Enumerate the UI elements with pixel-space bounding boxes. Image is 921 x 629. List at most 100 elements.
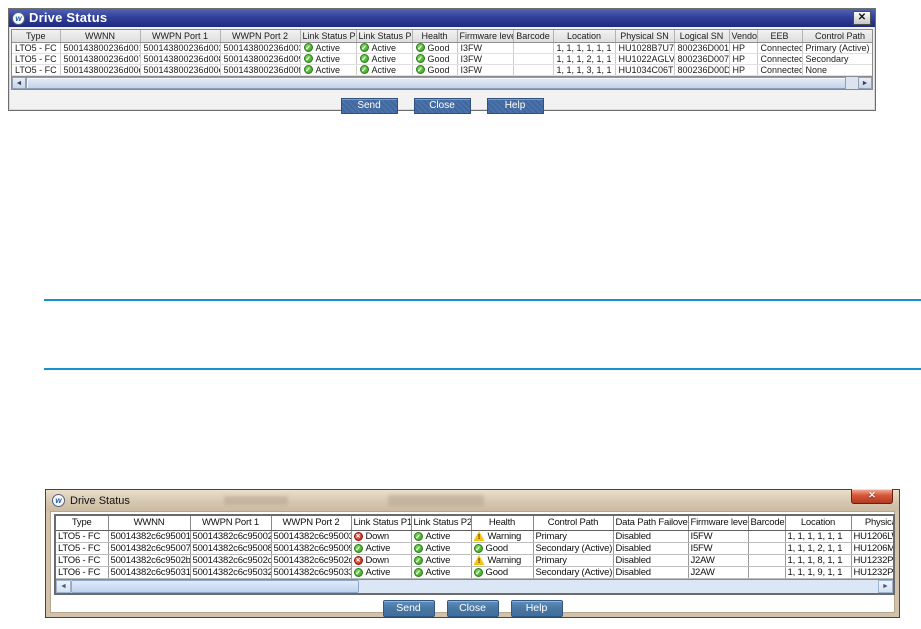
table-row[interactable]: LTO5 - FC500143800236d001500143800236d00… [12,42,872,53]
table-row[interactable]: LTO5 - FC50014382c6c9500750014382c6c9500… [56,542,893,554]
column-header-link_p1[interactable]: Link Status P1 [351,516,411,530]
column-header-firmware[interactable]: Firmware level [688,516,748,530]
cell-wwpn1: 500143800236d008 [140,53,220,64]
column-header-control_path[interactable]: Control Path [533,516,613,530]
column-header-barcode[interactable]: Barcode [748,516,785,530]
column-header-physical_sn[interactable]: Physical S [851,516,893,530]
cell-wwpn2: 50014382c6c9502d [271,554,351,566]
table-row[interactable]: LTO6 - FC50014382c6c9503150014382c6c9503… [56,566,893,578]
drive-status-dialog-top: w Drive Status ✕ TypeWWNNWWPN Port 1WWPN… [8,8,876,111]
cell-wwpn1: 50014382c6c95002 [190,530,271,542]
cell-location: 1, 1, 1, 3, 1, 1 [553,64,615,75]
scroll-left-icon[interactable]: ◄ [56,580,71,593]
cell-physical_sn: HU1206LW9 [851,530,893,542]
cell-control_path: Secondary (Active) [533,542,613,554]
status-text: Warning [488,531,522,542]
cell-health: ✓Good [412,53,457,64]
cell-eeb: Connected [757,53,802,64]
cell-firmware: I5FW [688,530,748,542]
cell-link_p2: ✓Active [356,53,412,64]
cell-link_p1: ✕Down [351,530,411,542]
column-header-location[interactable]: Location [553,30,615,42]
dialog-titlebar[interactable]: w Drive Status ✕ [9,9,875,27]
cell-logical_sn: 800236D001 [674,42,729,53]
scroll-left-icon[interactable]: ◄ [12,77,26,89]
cell-wwnn: 500143800236d001 [60,42,140,53]
cell-link_p1: ✓Active [351,542,411,554]
column-header-wwpn2[interactable]: WWPN Port 2 [271,516,351,530]
column-header-link_p2[interactable]: Link Status P2 [356,30,412,42]
green-check-icon: ✓ [304,54,313,63]
status-text: Active [366,543,391,554]
cell-wwnn: 500143800236d007 [60,53,140,64]
cell-physical_sn: HU1022AGLV [615,53,674,64]
dialog-titlebar[interactable]: w Drive Status ✕ [46,490,899,511]
help-button[interactable]: Help [487,98,544,114]
cell-link_p1: ✓Active [300,42,356,53]
column-header-location[interactable]: Location [785,516,851,530]
status-text: Good [486,543,508,554]
green-check-icon: ✓ [360,65,369,74]
cell-link_p2: ✓Active [411,542,471,554]
column-header-wwpn2[interactable]: WWPN Port 2 [220,30,300,42]
cell-wwpn2: 50014382c6c95009 [271,542,351,554]
column-header-firmware[interactable]: Firmware level [457,30,513,42]
status-text: Active [372,43,397,53]
status-text: Warning [488,555,522,566]
table-row[interactable]: LTO5 - FC50014382c6c9500150014382c6c9500… [56,530,893,542]
cell-location: 1, 1, 1, 2, 1, 1 [553,53,615,64]
horizontal-scrollbar[interactable]: ◄ ► [56,579,893,593]
cell-type: LTO5 - FC [12,42,60,53]
green-check-icon: ✓ [354,544,363,553]
cell-link_p2: ✓Active [356,42,412,53]
column-header-health[interactable]: Health [412,30,457,42]
cell-vendor: HP [729,42,757,53]
column-header-wwpn1[interactable]: WWPN Port 1 [190,516,271,530]
column-header-health[interactable]: Health [471,516,533,530]
column-header-barcode[interactable]: Barcode [513,30,553,42]
column-header-type[interactable]: Type [12,30,60,42]
cell-type: LTO5 - FC [12,64,60,75]
scroll-right-icon[interactable]: ► [858,77,872,89]
table-row[interactable]: LTO6 - FC50014382c6c9502b50014382c6c9502… [56,554,893,566]
close-button[interactable]: Close [447,600,499,617]
help-button[interactable]: Help [511,600,563,617]
table-row[interactable]: LTO5 - FC500143800236d00d500143800236d00… [12,64,872,75]
scrollbar-thumb[interactable] [71,580,359,593]
table-row[interactable]: LTO5 - FC500143800236d007500143800236d00… [12,53,872,64]
cell-link_p2: ✓Active [411,554,471,566]
scrollbar-track[interactable] [846,77,858,89]
column-header-wwpn1[interactable]: WWPN Port 1 [140,30,220,42]
scrollbar-thumb[interactable] [26,77,846,89]
column-header-eeb[interactable]: EEB [757,30,802,42]
column-header-vendor[interactable]: Vendor [729,30,757,42]
drive-status-table: TypeWWNNWWPN Port 1WWPN Port 2Link Statu… [12,30,872,76]
column-header-data_path_failover[interactable]: Data Path Failover [613,516,688,530]
column-header-wwnn[interactable]: WWNN [108,516,190,530]
horizontal-scrollbar[interactable]: ◄ ► [12,76,872,89]
dialog-body: TypeWWNNWWPN Port 1WWPN Port 2Link Statu… [50,511,895,613]
close-button[interactable]: Close [414,98,471,114]
column-header-control_path[interactable]: Control Path [802,30,872,42]
button-row: Send Close Help [54,600,891,617]
send-button[interactable]: Send [341,98,398,114]
column-header-type[interactable]: Type [56,516,108,530]
column-header-logical_sn[interactable]: Logical SN [674,30,729,42]
cell-data_path_failover: Disabled [613,554,688,566]
close-icon[interactable]: ✕ [853,11,871,25]
status-text: Good [486,567,508,578]
send-button[interactable]: Send [383,600,435,617]
status-text: Good [428,65,450,75]
green-check-icon: ✓ [354,568,363,577]
column-header-link_p2[interactable]: Link Status P2 [411,516,471,530]
column-header-link_p1[interactable]: Link Status P1 [300,30,356,42]
scrollbar-track[interactable] [359,580,878,593]
cell-health: ✓Good [412,42,457,53]
close-icon[interactable]: ✕ [851,489,893,504]
cell-link_p1: ✓Active [300,53,356,64]
cell-barcode [748,554,785,566]
column-header-physical_sn[interactable]: Physical SN [615,30,674,42]
cell-firmware: I3FW [457,53,513,64]
column-header-wwnn[interactable]: WWNN [60,30,140,42]
scroll-right-icon[interactable]: ► [878,580,893,593]
